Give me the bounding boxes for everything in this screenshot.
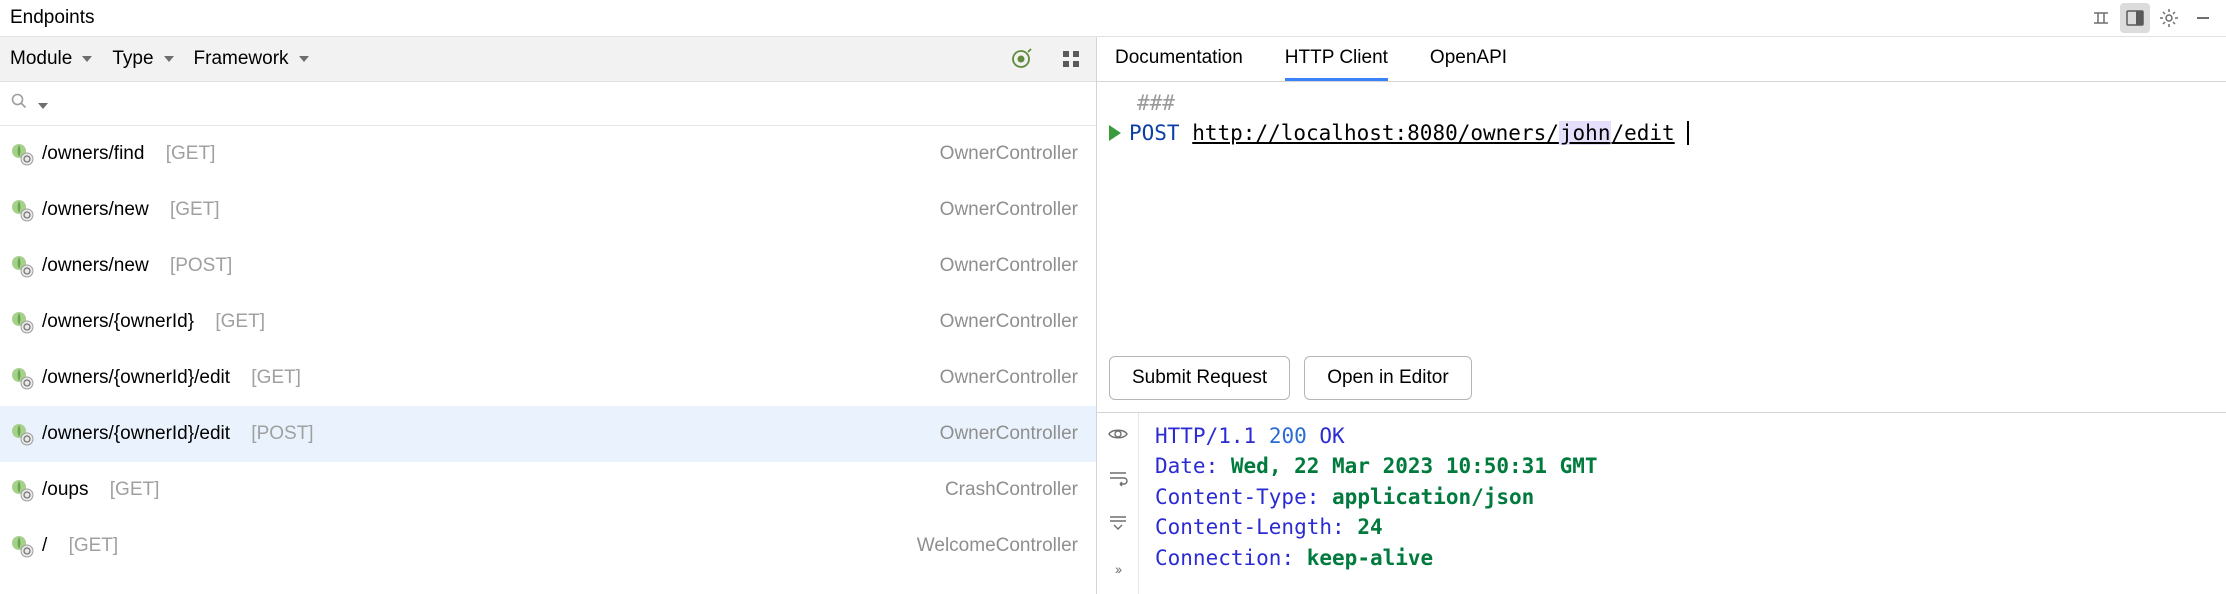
endpoint-row[interactable]: /owners/new [POST] OwnerController (0, 238, 1096, 294)
endpoint-method: [GET] (170, 199, 220, 221)
endpoint-method: [GET] (110, 479, 160, 501)
endpoint-row[interactable]: /owners/new [GET] OwnerController (0, 182, 1096, 238)
filter-framework[interactable]: Framework (194, 48, 309, 70)
endpoint-row[interactable]: /oups [GET] CrashController (0, 462, 1096, 518)
spring-endpoint-icon (10, 310, 34, 334)
response-area: ›› HTTP/1.1 200 OKDate: Wed, 22 Mar 2023… (1097, 412, 2226, 594)
titlebar: Endpoints (0, 0, 2226, 37)
endpoint-controller: OwnerController (940, 423, 1078, 445)
filter-type[interactable]: Type (112, 48, 173, 70)
endpoint-controller: CrashController (945, 479, 1078, 501)
spring-endpoint-icon (10, 422, 34, 446)
filter-framework-label: Framework (194, 48, 289, 70)
grid-icon[interactable] (1056, 44, 1086, 74)
tab-documentation[interactable]: Documentation (1115, 37, 1243, 81)
tab-openapi[interactable]: OpenAPI (1430, 37, 1507, 81)
endpoint-method: [GET] (166, 143, 216, 165)
split-right-icon[interactable] (2120, 3, 2150, 33)
run-icon[interactable] (1109, 125, 1121, 141)
open-in-editor-button[interactable]: Open in Editor (1304, 356, 1471, 400)
target-icon[interactable] (1006, 44, 1036, 74)
spring-endpoint-icon (10, 142, 34, 166)
submit-request-button[interactable]: Submit Request (1109, 356, 1290, 400)
endpoint-path: /owners/new (42, 199, 149, 221)
minimize-icon[interactable] (2188, 3, 2218, 33)
spring-endpoint-icon (10, 254, 34, 278)
endpoint-method: [POST] (170, 255, 232, 277)
endpoint-method: [GET] (69, 535, 119, 557)
endpoint-row[interactable]: /owners/find [GET] OwnerController (0, 126, 1096, 182)
expand-icon[interactable] (2086, 3, 2116, 33)
search-row (0, 82, 1096, 126)
tabs-bar: Documentation HTTP Client OpenAPI (1097, 37, 2226, 82)
http-method: POST (1129, 121, 1180, 145)
response-body: HTTP/1.1 200 OKDate: Wed, 22 Mar 2023 10… (1139, 413, 1614, 594)
endpoint-method: [GET] (215, 311, 265, 333)
endpoint-controller: OwnerController (940, 367, 1078, 389)
endpoint-method: [GET] (251, 367, 301, 389)
endpoint-controller: OwnerController (940, 199, 1078, 221)
endpoint-row[interactable]: /owners/{ownerId}/edit [POST] OwnerContro… (0, 406, 1096, 462)
more-icon[interactable]: ›› (1115, 561, 1120, 577)
titlebar-actions (2086, 3, 2218, 33)
endpoint-controller: OwnerController (940, 255, 1078, 277)
endpoint-controller: OwnerController (940, 143, 1078, 165)
soft-wrap-icon[interactable] (1107, 467, 1129, 495)
endpoints-list: /owners/find [GET] OwnerController /owner… (0, 126, 1096, 594)
endpoint-path: /owners/{ownerId} (42, 311, 194, 333)
filter-bar: Module Type Framework (0, 37, 1096, 82)
endpoint-method: [POST] (251, 423, 313, 445)
filter-type-label: Type (112, 48, 153, 70)
endpoint-path: /owners/{ownerId}/edit (42, 367, 230, 389)
endpoint-path: /owners/find (42, 143, 144, 165)
endpoint-path: /owners/new (42, 255, 149, 277)
search-input[interactable] (54, 93, 1086, 115)
button-row: Submit Request Open in Editor (1097, 342, 2226, 412)
search-icon (10, 92, 28, 116)
endpoint-controller: OwnerController (940, 311, 1078, 333)
response-gutter: ›› (1097, 413, 1139, 594)
endpoint-path: /owners/{ownerId}/edit (42, 423, 230, 445)
endpoint-controller: WelcomeController (917, 535, 1078, 557)
spring-endpoint-icon (10, 366, 34, 390)
http-editor[interactable]: ### POST http://localhost:8080/owners/jo… (1097, 82, 2226, 161)
endpoint-row[interactable]: / [GET] WelcomeController (0, 518, 1096, 574)
filter-module[interactable]: Module (10, 48, 92, 70)
endpoint-path: / (42, 535, 47, 557)
editor-separator: ### (1137, 91, 1175, 115)
filter-module-label: Module (10, 48, 72, 70)
search-options-chevron-icon[interactable] (34, 93, 48, 115)
eye-icon[interactable] (1107, 423, 1129, 451)
scroll-down-icon[interactable] (1107, 511, 1129, 539)
gear-icon[interactable] (2154, 3, 2184, 33)
spring-endpoint-icon (10, 534, 34, 558)
endpoint-path: /oups (42, 479, 88, 501)
endpoint-row[interactable]: /owners/{ownerId}/edit [GET] OwnerControl… (0, 350, 1096, 406)
tab-http-client[interactable]: HTTP Client (1285, 37, 1388, 81)
caret (1675, 121, 1690, 145)
http-url: http://localhost:8080/owners/john/edit (1192, 121, 1674, 145)
endpoint-row[interactable]: /owners/{ownerId} [GET] OwnerController (0, 294, 1096, 350)
spring-endpoint-icon (10, 198, 34, 222)
spring-endpoint-icon (10, 478, 34, 502)
panel-title: Endpoints (10, 7, 95, 29)
